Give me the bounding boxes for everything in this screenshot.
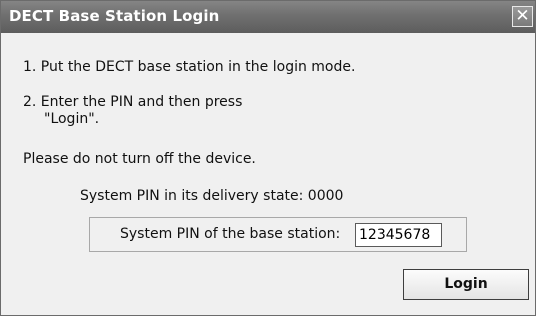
- pin-label: System PIN of the base station:: [120, 226, 341, 242]
- window-title: DECT Base Station Login: [9, 7, 220, 25]
- warning-text: Please do not turn off the device.: [23, 151, 256, 167]
- title-bar[interactable]: DECT Base Station Login ✕: [1, 1, 535, 33]
- close-button[interactable]: ✕: [512, 6, 533, 27]
- instruction-step-2: 2. Enter the PIN and then press: [23, 94, 243, 110]
- instruction-step-1: 1. Put the DECT base station in the logi…: [23, 59, 356, 75]
- close-icon: ✕: [515, 6, 530, 26]
- pin-input[interactable]: [355, 223, 442, 247]
- pin-group: System PIN of the base station:: [89, 217, 467, 252]
- dialog-content: 1. Put the DECT base station in the logi…: [1, 33, 535, 315]
- instruction-step-2-continued: "Login".: [44, 111, 100, 127]
- login-button[interactable]: Login: [403, 269, 529, 300]
- login-dialog: DECT Base Station Login ✕ 1. Put the DEC…: [0, 0, 536, 316]
- default-pin-info: System PIN in its delivery state: 0000: [80, 188, 344, 204]
